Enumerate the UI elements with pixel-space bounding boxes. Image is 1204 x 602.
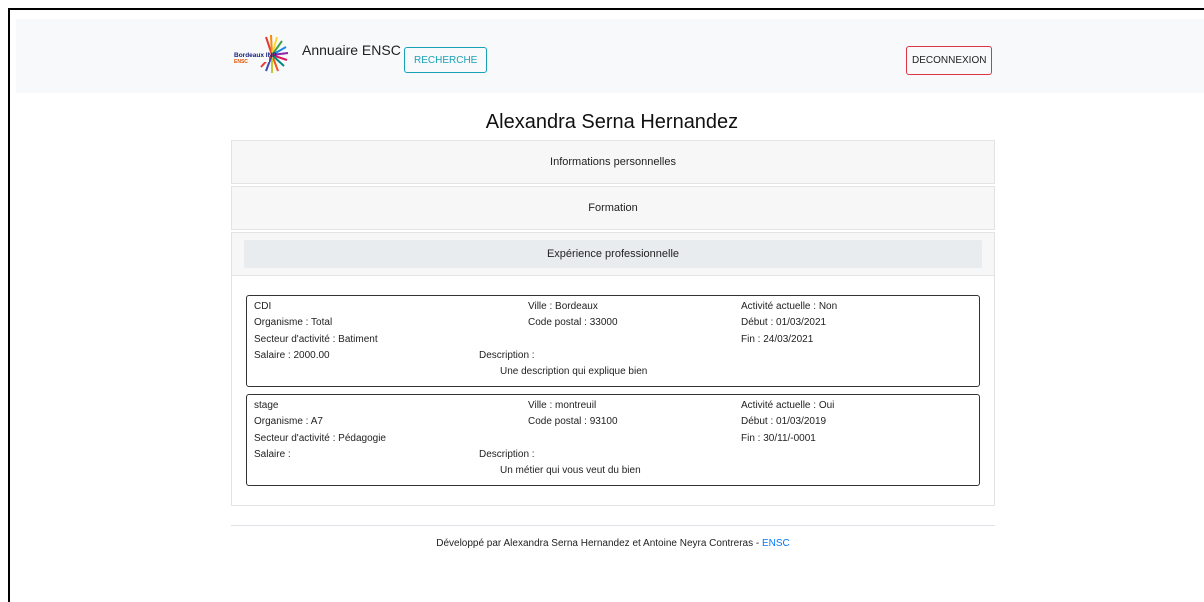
experience-col-dates: Activité actuelle : Oui Début : 01/03/20…: [741, 398, 834, 447]
accordion-header-personal[interactable]: Informations personnelles: [231, 140, 995, 184]
experience-activite: Activité actuelle : Non: [741, 301, 838, 312]
accordion-header-formation[interactable]: Formation: [231, 186, 995, 230]
experience-debut: Début : 01/03/2019: [741, 416, 827, 428]
experience-type: stage: [254, 400, 279, 411]
experience-fin: Fin : 30/11/-0001: [741, 432, 816, 444]
experience-description-label: Description :: [479, 449, 535, 460]
accordion-header-experience[interactable]: Expérience professionnelle: [231, 232, 995, 276]
experience-type: CDI: [254, 301, 272, 312]
experience-col-dates: Activité actuelle : Non Début : 01/03/20…: [741, 299, 837, 348]
experience-debut: Début : 01/03/2021: [741, 317, 827, 329]
footer-text: Développé par Alexandra Serna Hernandez …: [436, 538, 762, 549]
experience-description: Une description qui explique bien: [500, 366, 648, 377]
experience-card: stage Organisme : A7 Secteur d'activité …: [246, 394, 980, 486]
accordion-body-experience: CDI Organisme : Total Secteur d'activité…: [231, 276, 995, 506]
experience-col-main: stage Organisme : A7 Secteur d'activité …: [254, 398, 386, 463]
footer-ensc-link[interactable]: ENSC: [762, 538, 790, 549]
experience-organisme: Organisme : A7: [254, 416, 323, 428]
search-button[interactable]: RECHERCHE: [404, 47, 488, 73]
experience-code-postal: Code postal : 93100: [528, 416, 618, 428]
experience-organisme: Organisme : Total: [254, 317, 333, 329]
experience-ville: Ville : montreuil: [528, 400, 597, 411]
experience-fin: Fin : 24/03/2021: [741, 333, 814, 345]
accordion-header-inner: Expérience professionnelle: [244, 240, 982, 268]
logout-button[interactable]: DECONNEXION: [906, 46, 993, 75]
experience-secteur: Secteur d'activité : Batiment: [254, 333, 378, 345]
bordeaux-inp-logo: Bordeaux INP ENSC: [229, 34, 301, 74]
experience-salaire: Salaire : 2000.00: [254, 349, 330, 361]
profile-accordion: Informations personnelles Formation Expé…: [231, 140, 995, 506]
brand[interactable]: Bordeaux INP ENSC Annuaire ENSC: [229, 34, 401, 74]
experience-activite: Activité actuelle : Oui: [741, 400, 835, 411]
experience-ville: Ville : Bordeaux: [528, 301, 598, 312]
experience-description: Un métier qui vous veut du bien: [500, 465, 641, 476]
footer: Développé par Alexandra Serna Hernandez …: [231, 525, 995, 549]
accordion-label: Expérience professionnelle: [546, 248, 680, 260]
svg-text:Bordeaux INP: Bordeaux INP: [234, 52, 277, 59]
accordion-label: Informations personnelles: [550, 156, 676, 168]
svg-text:ENSC: ENSC: [234, 59, 248, 65]
experience-salaire: Salaire :: [254, 448, 291, 460]
experience-secteur: Secteur d'activité : Pédagogie: [254, 432, 386, 444]
experience-col-location: Ville : montreuil Code postal : 93100: [528, 398, 618, 431]
navbar: Bordeaux INP ENSC Annuaire ENSC RECHERCH…: [16, 19, 1204, 93]
accordion-label: Formation: [588, 202, 638, 214]
brand-name[interactable]: Annuaire ENSC: [302, 42, 401, 58]
experience-col-location: Ville : Bordeaux Code postal : 33000: [528, 299, 618, 332]
experience-col-main: CDI Organisme : Total Secteur d'activité…: [254, 299, 378, 364]
experience-code-postal: Code postal : 33000: [528, 317, 618, 329]
experience-card: CDI Organisme : Total Secteur d'activité…: [246, 295, 980, 387]
experience-description-label: Description :: [479, 350, 535, 361]
page-title: Alexandra Serna Hernandez: [485, 111, 739, 133]
